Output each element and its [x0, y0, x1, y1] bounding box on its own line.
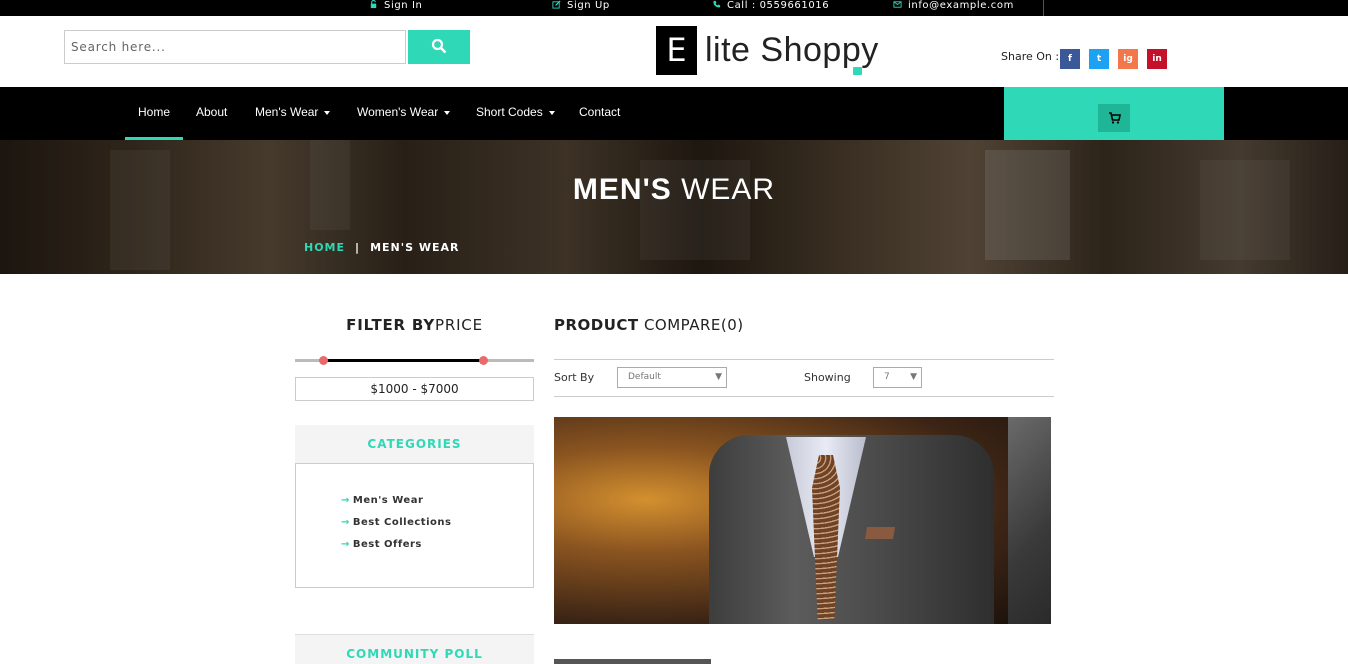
search-icon [431, 38, 447, 57]
site-logo[interactable]: E lite Shoppy [656, 25, 879, 75]
facebook-icon[interactable]: f [1060, 49, 1080, 69]
nav-womens-wear-label: Women's Wear [357, 105, 439, 119]
nav-mens-wear-label: Men's Wear [255, 105, 319, 119]
sort-select[interactable]: Default ▼ [617, 367, 727, 388]
call-info: Call : 0559661016 [712, 0, 829, 12]
page-banner [0, 140, 1348, 274]
categories-title: CATEGORIES [295, 425, 534, 463]
chevron-down-icon [548, 110, 555, 115]
divider [554, 396, 1054, 397]
showing-label: Showing [804, 371, 851, 384]
breadcrumb: HOME | MEN'S WEAR [304, 241, 459, 254]
showing-select-value: 7 [884, 372, 890, 382]
arrow-right-icon: → [341, 517, 350, 528]
banner-overlay [0, 140, 1348, 274]
nav-home-label: Home [138, 105, 171, 119]
chevron-down-icon [444, 110, 451, 115]
categories-list: → Men's Wear → Best Collections → Best Offe… [295, 463, 534, 588]
price-slider-min-handle[interactable] [319, 356, 329, 365]
nav-contact[interactable]: Contact [579, 87, 620, 140]
price-slider-range [323, 359, 484, 362]
nav-short-codes[interactable]: Short Codes [476, 87, 555, 140]
cart-icon [1108, 109, 1121, 128]
pocket-square [864, 527, 896, 539]
nav-short-codes-label: Short Codes [476, 105, 543, 119]
showing-select[interactable]: 7 ▼ [873, 367, 922, 388]
top-bar: Sign In Sign Up Call : 0559661016 info@e… [0, 0, 1348, 16]
arrow-right-icon: → [341, 495, 350, 506]
sign-up-label: Sign Up [567, 0, 610, 11]
category-label: Best Offers [352, 539, 422, 550]
category-label: Best Collections [352, 517, 452, 528]
instagram-icon[interactable]: ig [1118, 49, 1138, 69]
topbar-divider [1043, 0, 1044, 16]
category-label: Men's Wear [352, 495, 424, 506]
email-label: info@example.com [908, 0, 1014, 11]
logo-text: lite Shoppy [705, 30, 879, 69]
sign-in-link[interactable]: Sign In [369, 0, 422, 12]
breadcrumb-separator: | [355, 241, 361, 254]
product-image-next [1008, 417, 1051, 624]
nav-home[interactable]: Home [124, 87, 184, 140]
price-range-display: $1000 - $7000 [295, 377, 534, 401]
product-image[interactable] [554, 417, 1051, 624]
breadcrumb-home[interactable]: HOME [304, 241, 345, 254]
cart-button[interactable] [1098, 104, 1130, 132]
sign-up-link[interactable]: Sign Up [552, 0, 610, 12]
page-title: MEN'S WEAR [0, 173, 1348, 207]
phone-icon [712, 0, 721, 12]
category-item[interactable]: → Men's Wear [341, 495, 423, 506]
sort-by-label: Sort By [554, 371, 595, 384]
category-item[interactable]: → Best Collections [341, 517, 451, 528]
cart-area [1004, 87, 1224, 140]
arrow-right-icon: → [341, 539, 350, 550]
nav-about-label: About [196, 105, 228, 119]
category-item[interactable]: → Best Offers [341, 539, 422, 550]
price-slider-max-handle[interactable] [479, 356, 489, 365]
nav-contact-label: Contact [579, 105, 621, 119]
divider [554, 359, 1054, 360]
nav-womens-wear[interactable]: Women's Wear [357, 87, 451, 140]
lock-icon [369, 0, 378, 12]
logo-letter: E [656, 25, 697, 75]
next-product-image[interactable] [554, 659, 711, 664]
dropdown-arrow-icon: ▼ [910, 372, 917, 382]
page-title-rest: WEAR [671, 173, 776, 206]
price-slider[interactable] [295, 356, 534, 365]
nav-mens-wear[interactable]: Men's Wear [255, 87, 331, 140]
filter-title-bold: FILTER BY [346, 316, 435, 334]
filter-title-rest: PRICE [435, 316, 483, 334]
edit-icon [552, 0, 561, 12]
linkedin-icon[interactable]: in [1147, 49, 1167, 69]
share-label: Share On : [1001, 50, 1060, 63]
page-title-bold: MEN'S [572, 173, 672, 206]
community-poll-title: COMMUNITY POLL [295, 634, 534, 664]
search-button[interactable] [408, 30, 470, 64]
dropdown-arrow-icon: ▼ [715, 372, 722, 382]
compare-title-bold: PRODUCT [554, 316, 639, 334]
product-compare-title[interactable]: PRODUCT COMPARE(0) [554, 316, 744, 334]
call-label: Call : 0559661016 [727, 0, 830, 11]
chevron-down-icon [324, 110, 331, 115]
envelope-icon [893, 0, 902, 12]
email-link[interactable]: info@example.com [893, 0, 1014, 12]
sign-in-label: Sign In [384, 0, 423, 11]
shopping-bag-icon [853, 67, 862, 75]
filter-title: FILTER BYPRICE [295, 316, 534, 334]
twitter-icon[interactable]: t [1089, 49, 1109, 69]
sort-select-value: Default [628, 372, 661, 382]
breadcrumb-current: MEN'S WEAR [370, 241, 460, 254]
nav-about[interactable]: About [196, 87, 227, 140]
search-input[interactable] [64, 30, 406, 64]
compare-title-rest: COMPARE(0) [638, 316, 744, 334]
